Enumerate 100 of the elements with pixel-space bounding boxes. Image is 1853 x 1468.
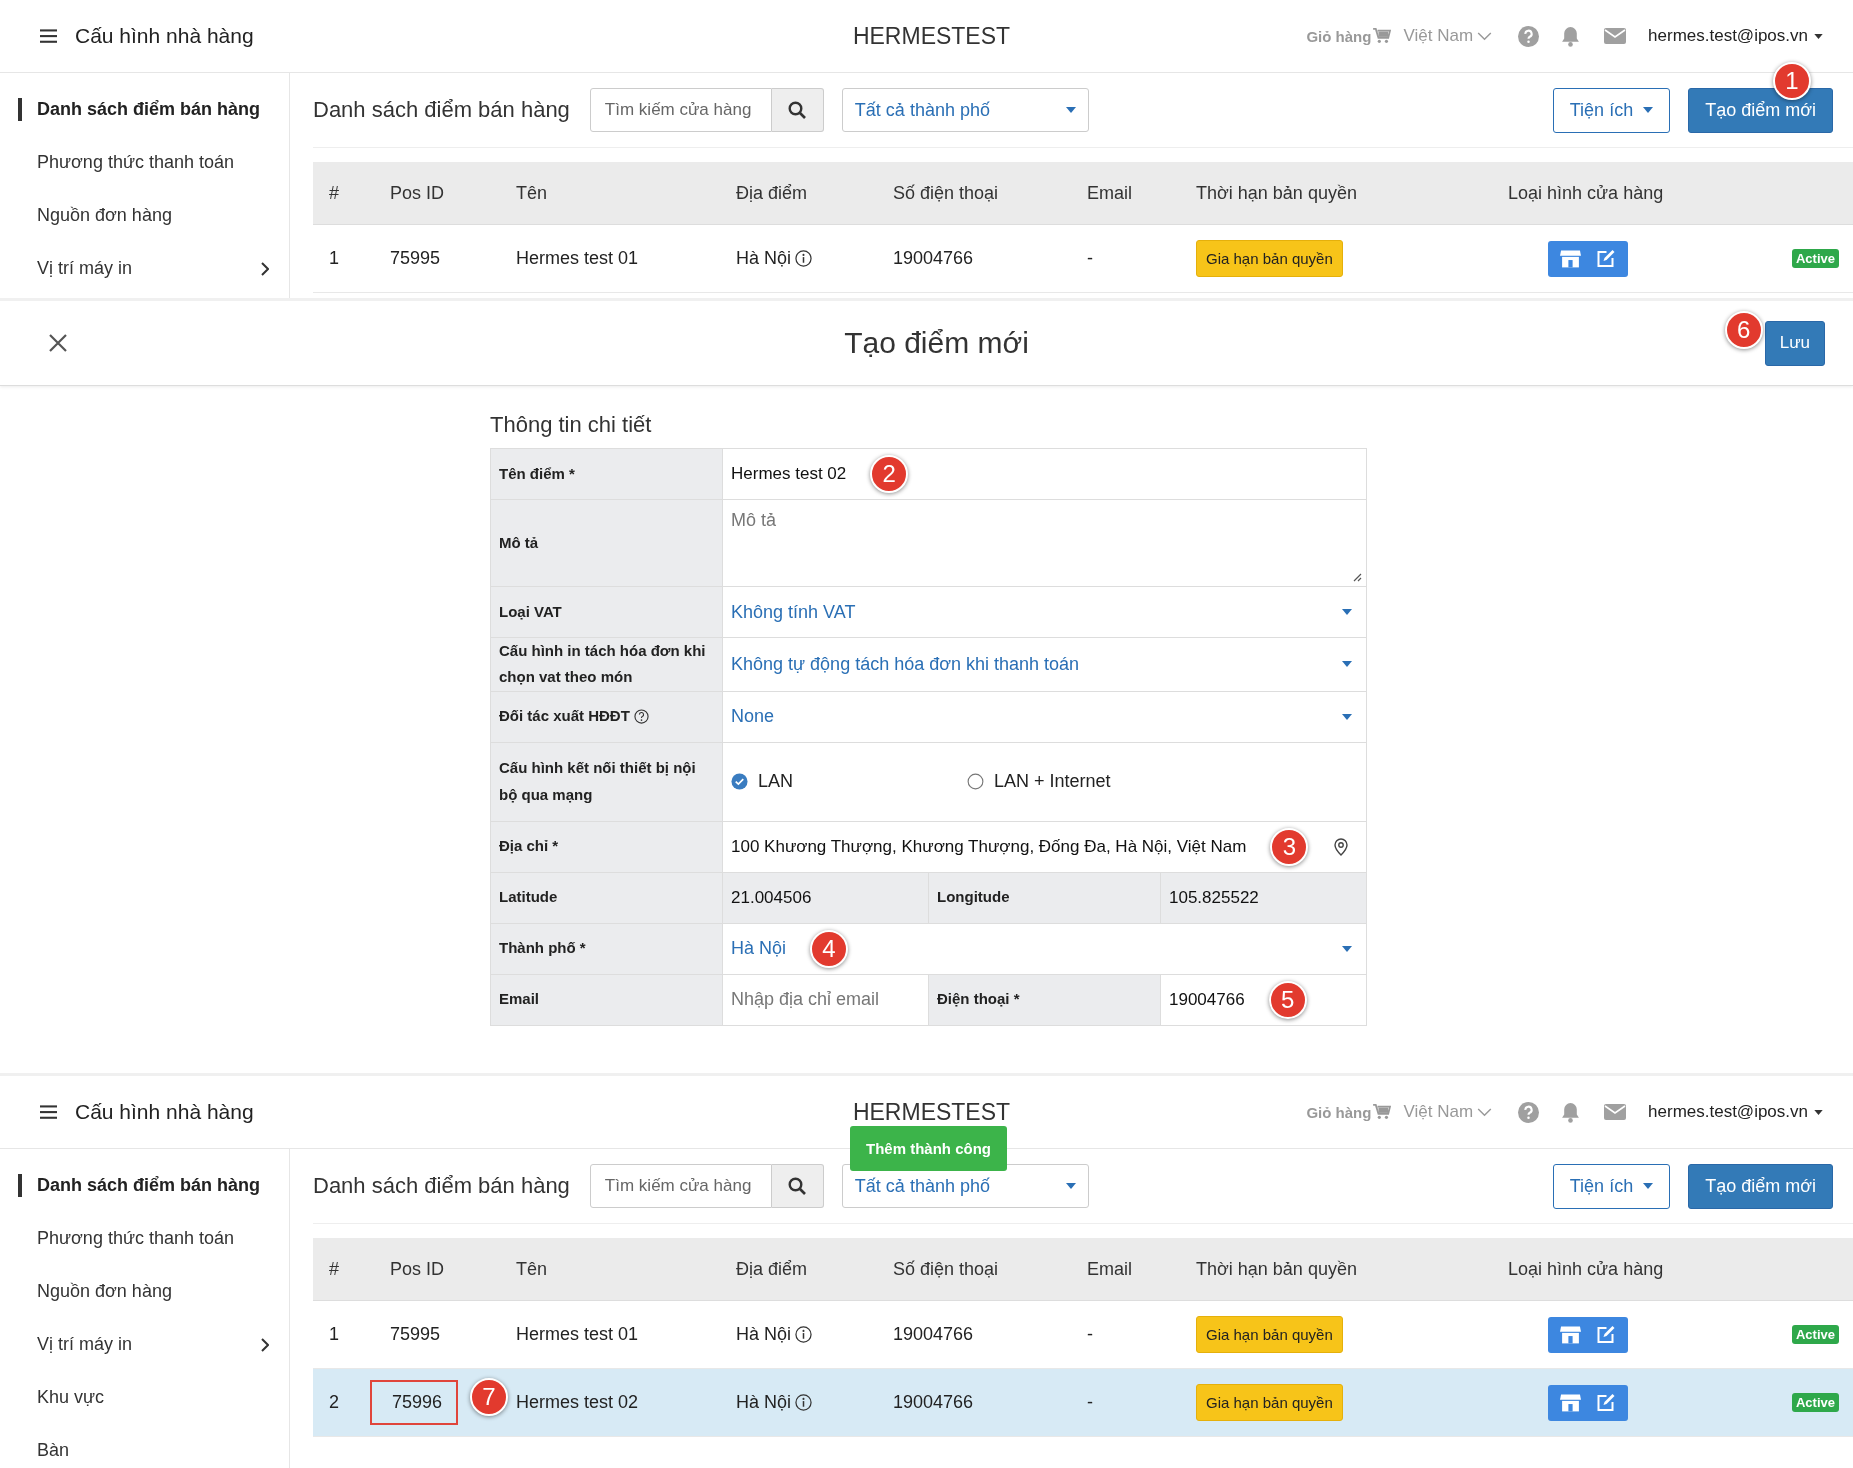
search-button[interactable] [771, 88, 824, 132]
brand-name: HERMESTEST [852, 1098, 1011, 1126]
sidebar-item[interactable]: Vị trí máy in [0, 242, 289, 295]
field-label: Địa chỉ * [499, 836, 559, 857]
license-button[interactable]: Gia hạn bản quyền [1196, 1384, 1343, 1421]
text-field[interactable]: 21.004506 [723, 872, 929, 923]
caret-icon[interactable] [1814, 33, 1823, 39]
store-actions[interactable] [1548, 1316, 1628, 1353]
table-cell: Hermes test 01 [516, 1324, 639, 1345]
edit-icon[interactable] [1595, 1392, 1616, 1413]
description-field[interactable]: Mô tả [723, 500, 1366, 586]
mail-icon[interactable] [1604, 28, 1627, 44]
store-icon[interactable] [1560, 1392, 1581, 1413]
callout-badge: 6 [1724, 310, 1763, 349]
utilities-button[interactable]: Tiện ích [1552, 87, 1671, 133]
sidebar-item[interactable]: Bàn [0, 1424, 289, 1468]
save-button[interactable]: Lưu [1764, 320, 1825, 366]
callout-badge: 3 [1270, 827, 1309, 866]
store-icon[interactable] [1560, 248, 1581, 269]
radio-icon[interactable] [967, 773, 984, 790]
field-label: Thành phố * [499, 938, 586, 959]
info-icon[interactable] [795, 1394, 813, 1411]
edit-icon[interactable] [1595, 248, 1616, 269]
utilities-button[interactable]: Tiện ích [1552, 1163, 1671, 1209]
text-field[interactable]: 19004766 5 [1161, 974, 1366, 1025]
mail-icon[interactable] [1604, 1104, 1627, 1120]
field-label: Mô tả [499, 532, 539, 553]
sidebar-item[interactable]: Nguồn đơn hàng [0, 189, 289, 242]
column-header: Email [1086, 1258, 1133, 1280]
table-cell: Hà Nội [736, 1392, 792, 1413]
page-title: Cấu hình nhà hàng [75, 1100, 254, 1124]
column-header: Tên [515, 182, 549, 204]
create-button[interactable]: Tạo điểm mới [1688, 1163, 1833, 1209]
field-label: Loại VAT [499, 601, 562, 622]
status-badge: Active [1791, 1325, 1839, 1344]
table-cell: 1 [329, 248, 339, 269]
callout-badge: 5 [1268, 980, 1307, 1019]
sidebar-item[interactable]: Danh sách điểm bán hàng [0, 83, 289, 136]
caret-icon [1342, 945, 1352, 952]
caret-icon [1342, 713, 1352, 720]
chevron-right-icon[interactable] [261, 261, 269, 276]
radio-option[interactable]: LAN + Internet [967, 771, 1203, 792]
sidebar-item[interactable]: Khu vực [0, 1371, 289, 1424]
radio-checked-icon[interactable] [731, 773, 748, 790]
table-cell: 19004766 [893, 248, 974, 269]
select-field[interactable]: Không tính VAT [723, 587, 1366, 637]
text-field[interactable]: 100 Khương Thượng, Khương Thượng, Đống Đa, Hà Nội, Việt Nam 3 [723, 821, 1366, 872]
select-field[interactable]: Hà Nội 4 [723, 923, 1366, 974]
license-button[interactable]: Gia hạn bản quyền [1196, 240, 1343, 277]
sidebar-item[interactable]: Nguồn đơn hàng [0, 1265, 289, 1318]
field-label: Đối tác xuất HĐĐT [499, 706, 630, 727]
store-icon[interactable] [1560, 1324, 1581, 1345]
column-header: Số điện thoại [892, 182, 1000, 204]
field-label: Cấu hình in tách hóa đơn khi chọn vat theo món [499, 641, 707, 688]
search-icon[interactable] [788, 1177, 807, 1195]
text-field[interactable]: Hermes test 02 2 [723, 449, 1366, 499]
section-title: Danh sách điểm bán hàng [313, 1173, 570, 1199]
select-field[interactable]: Không tự động tách hóa đơn khi thanh toán [723, 638, 1366, 691]
chevron-down-icon[interactable] [1477, 31, 1493, 41]
user-menu[interactable]: hermes.test@ipos.vn [1648, 1102, 1808, 1122]
search-field[interactable]: Tìm kiếm cửa hàng [589, 1164, 772, 1208]
chevron-right-icon[interactable] [261, 1337, 269, 1352]
sidebar-item[interactable]: Danh sách điểm bán hàng [0, 1159, 289, 1212]
callout-badge: 1 [1773, 61, 1811, 100]
table-row[interactable]: 1 75995 Hermes test 01 Hà Nội 19004766 - Gia hạn bản quyền Active [313, 225, 1853, 293]
bell-icon[interactable] [1561, 1101, 1581, 1123]
store-actions[interactable] [1548, 1384, 1628, 1421]
text-field[interactable]: 105.825522 [1161, 872, 1366, 923]
menu-icon[interactable] [40, 29, 57, 43]
resize-grip-icon[interactable] [1352, 572, 1362, 582]
menu-icon[interactable] [40, 1105, 57, 1119]
cart-icon[interactable] [1373, 28, 1392, 44]
info-icon[interactable] [795, 250, 813, 267]
search-field[interactable]: Tìm kiếm cửa hàng [589, 88, 772, 132]
page-title: Cấu hình nhà hàng [75, 24, 254, 48]
location-pin-icon[interactable] [1334, 837, 1348, 856]
user-menu[interactable]: hermes.test@ipos.vn [1648, 26, 1808, 46]
search-icon[interactable] [788, 101, 807, 119]
bell-icon[interactable] [1561, 25, 1581, 47]
caret-icon[interactable] [1814, 1109, 1823, 1115]
column-header: Địa điểm [735, 182, 809, 204]
table-cell: 75995 [390, 1324, 441, 1345]
info-icon[interactable] [795, 1326, 813, 1343]
sidebar-item[interactable]: Phương thức thanh toán [0, 1212, 289, 1265]
chevron-down-icon[interactable] [1477, 1107, 1493, 1117]
sidebar-item[interactable]: Phương thức thanh toán [0, 136, 289, 189]
sidebar-item[interactable]: Vị trí máy in [0, 1318, 289, 1371]
cart-icon[interactable] [1373, 1104, 1392, 1120]
section-title: Danh sách điểm bán hàng [313, 97, 570, 123]
close-icon[interactable] [48, 333, 68, 353]
search-button[interactable] [771, 1164, 824, 1208]
edit-icon[interactable] [1595, 1324, 1616, 1345]
city-dropdown[interactable]: Tất cả thành phố [841, 88, 1089, 132]
select-field[interactable]: None [723, 691, 1366, 742]
radio-option[interactable]: LAN [731, 771, 967, 792]
help-icon[interactable] [633, 709, 649, 724]
license-button[interactable]: Gia hạn bản quyền [1196, 1316, 1343, 1353]
city-dropdown[interactable]: Tất cả thành phố [841, 1164, 1089, 1208]
store-actions[interactable] [1548, 240, 1628, 277]
table-row[interactable]: 2 75996 7 Hermes test 02 Hà Nội 19004766 - Gia hạn bản quyền Active [313, 1369, 1853, 1437]
